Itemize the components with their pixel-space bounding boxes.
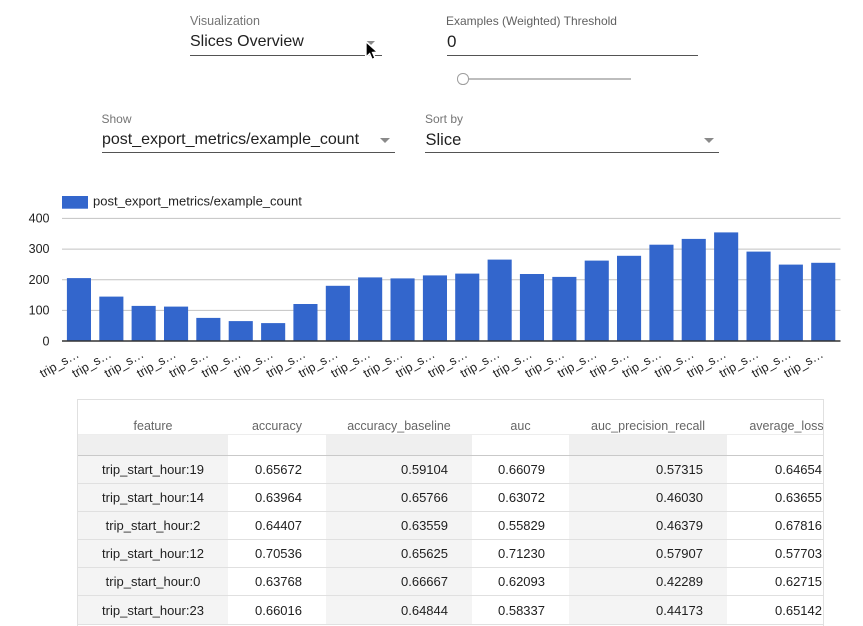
svg-text:0: 0	[43, 334, 50, 348]
svg-text:200: 200	[29, 273, 50, 287]
svg-text:100: 100	[29, 304, 50, 318]
svg-text:300: 300	[29, 242, 50, 256]
svg-text:post_export_metrics/example_co: post_export_metrics/example_count	[93, 194, 302, 209]
svg-text:400: 400	[29, 212, 50, 226]
